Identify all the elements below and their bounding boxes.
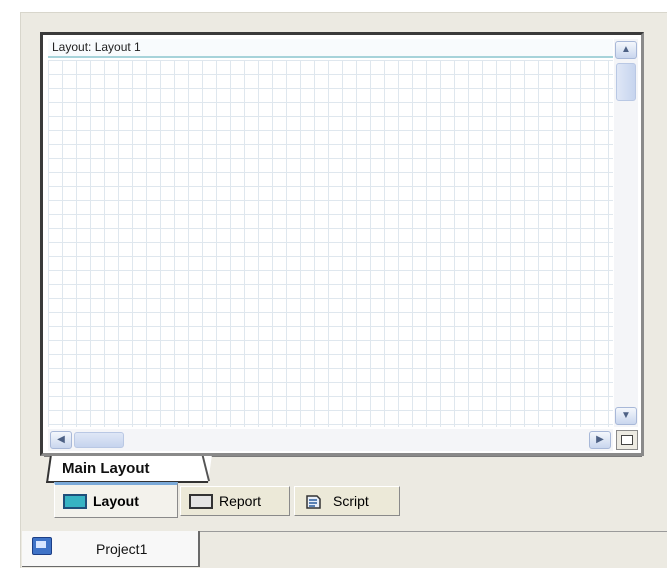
report-icon bbox=[189, 494, 213, 509]
tab-script[interactable]: Script bbox=[294, 486, 400, 516]
chevron-left-icon: ◀ bbox=[57, 434, 65, 445]
vertical-scrollbar[interactable]: ▲ ▼ bbox=[614, 39, 638, 427]
script-icon bbox=[306, 495, 321, 509]
horizontal-scroll-thumb[interactable] bbox=[74, 432, 124, 448]
scroll-right-button[interactable]: ▶ bbox=[589, 431, 611, 449]
chevron-right-icon: ▶ bbox=[596, 434, 604, 445]
scroll-up-button[interactable]: ▲ bbox=[615, 41, 637, 59]
chevron-up-icon: ▲ bbox=[621, 44, 631, 55]
design-canvas-grid[interactable] bbox=[48, 60, 613, 427]
tab-report-label: Report bbox=[219, 493, 262, 509]
layout-page-tab-strip: Main Layout bbox=[44, 456, 642, 483]
project-tab-label: Project1 bbox=[96, 541, 148, 557]
canvas-title: Layout: Layout 1 bbox=[48, 39, 613, 58]
view-split-button[interactable] bbox=[616, 430, 638, 450]
scroll-down-button[interactable]: ▼ bbox=[615, 407, 637, 425]
tab-layout[interactable]: Layout bbox=[54, 482, 178, 518]
layout-icon bbox=[63, 494, 87, 509]
layout-editor: Layout: Layout 1 ▲ ▼ ◀ ▶ bbox=[40, 32, 644, 456]
horizontal-scrollbar[interactable]: ◀ ▶ bbox=[48, 429, 613, 451]
vertical-scroll-thumb[interactable] bbox=[616, 63, 636, 101]
chevron-down-icon: ▼ bbox=[621, 410, 631, 421]
tab-report[interactable]: Report bbox=[180, 486, 290, 516]
scroll-left-button[interactable]: ◀ bbox=[50, 431, 72, 449]
tab-script-label: Script bbox=[333, 493, 369, 509]
window-icon bbox=[621, 435, 633, 445]
project-tab[interactable]: Project1 bbox=[22, 531, 200, 567]
tab-main-layout[interactable]: Main Layout bbox=[62, 457, 150, 481]
tab-bar-baseline bbox=[200, 531, 667, 532]
tab-layout-label: Layout bbox=[93, 493, 139, 509]
project-icon bbox=[32, 537, 52, 555]
